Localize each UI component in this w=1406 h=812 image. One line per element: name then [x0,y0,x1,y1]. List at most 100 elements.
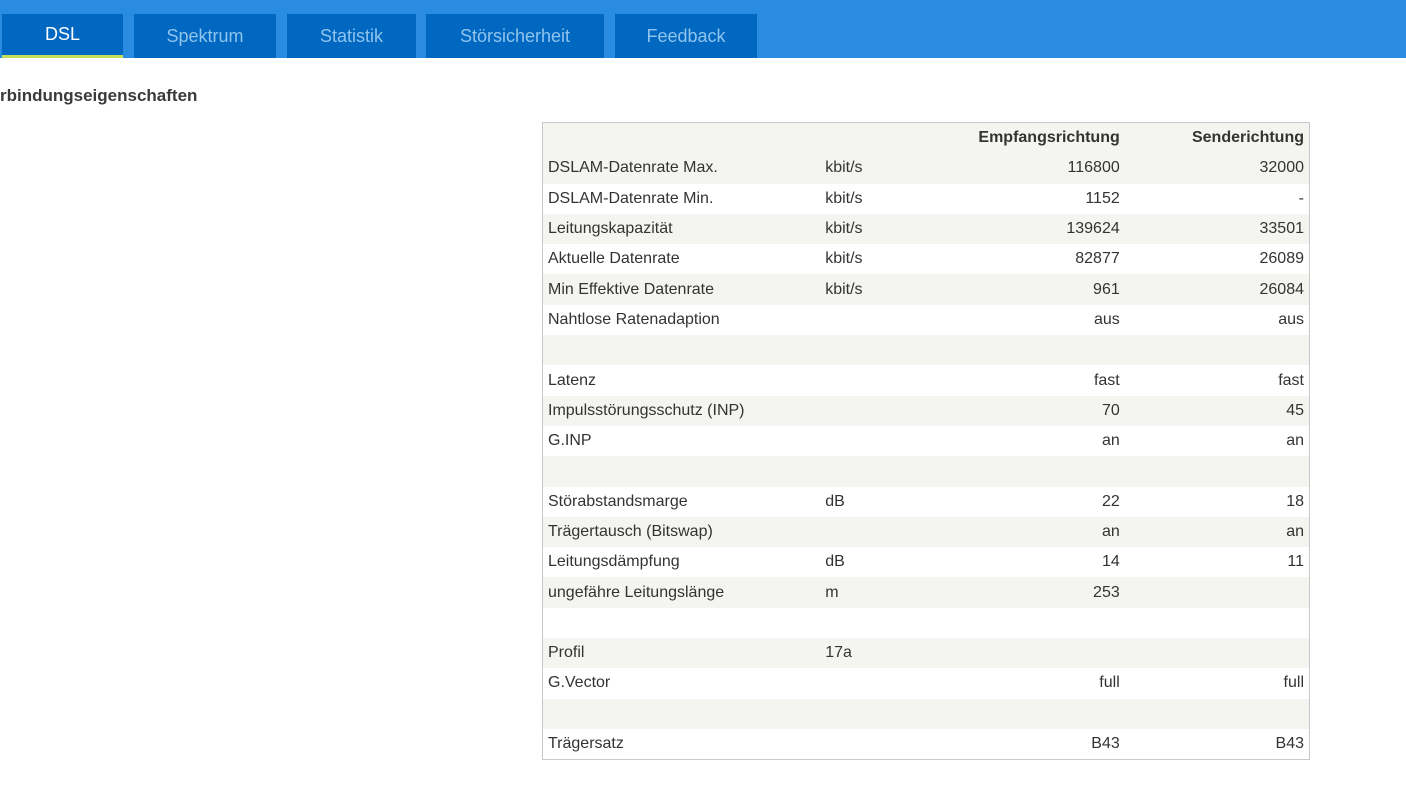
header-label [543,123,821,154]
row-downstream: 1152 [1085,189,1120,207]
row-unit: 17a [825,644,852,662]
table-row: Latenz fast fast [542,365,1310,396]
tab-bar: DSL Spektrum Statistik Störsicherheit Fe… [0,0,1406,58]
row-unit [820,426,940,456]
row-unit [820,608,940,638]
table-row: Min Effektive Datenrate kbit/s 961 26084 [542,274,1310,305]
row-upstream [1125,638,1310,668]
row-label: Trägersatz [548,735,624,753]
row-downstream: 22 [1101,492,1120,510]
row-upstream: full [1283,674,1304,692]
tab-stoersicherheit[interactable]: Störsicherheit [426,14,604,58]
row-upstream: - [1298,189,1304,207]
row-downstream: aus [1093,310,1120,328]
row-downstream: 116800 [1067,159,1120,177]
header-upstream: Senderichtung [1191,129,1304,147]
row-downstream: B43 [1091,735,1120,753]
row-downstream: 70 [1101,401,1120,419]
row-upstream: an [1286,432,1304,450]
row-label: Latenz [548,371,597,389]
row-unit: dB [825,492,845,510]
row-upstream: 18 [1286,492,1304,510]
row-upstream [1125,335,1310,365]
row-downstream [940,456,1125,486]
row-downstream: 961 [1093,280,1120,298]
row-label [543,608,821,638]
table-row: DSLAM-Datenrate Max. kbit/s 116800 32000 [542,153,1310,184]
table-row [542,607,1310,639]
tab-spektrum[interactable]: Spektrum [134,14,276,58]
tab-feedback[interactable]: Feedback [615,14,757,58]
row-label: Profil [548,644,585,662]
row-downstream: 82877 [1075,250,1120,268]
row-unit: kbit/s [825,189,863,207]
row-downstream: 14 [1101,553,1120,571]
table-row: ungefähre Leitungslänge m 253 [542,577,1310,608]
row-upstream: B43 [1275,735,1304,753]
row-downstream: 253 [1093,583,1120,601]
row-label: G.Vector [548,674,611,692]
row-unit [820,335,940,365]
row-label: Leitungsdämpfung [548,553,680,571]
row-unit: m [825,583,839,601]
table-row: Trägertausch (Bitswap) an an [542,516,1310,548]
row-label [543,456,821,486]
row-upstream: 32000 [1259,159,1305,177]
row-label: ungefähre Leitungslänge [548,583,725,601]
table-row: Leitungsdämpfung dB 14 11 [542,547,1310,578]
row-unit [820,517,940,547]
table-row: Leitungskapazität kbit/s 139624 33501 [542,213,1310,245]
row-label: G.INP [548,432,592,450]
table-row: G.Vector full full [542,668,1310,699]
row-downstream [940,638,1125,668]
table-row [542,698,1310,729]
row-downstream: full [1099,674,1120,692]
table-row: Profil 17a [542,638,1310,669]
row-upstream [1125,577,1310,607]
row-label: Leitungskapazität [548,220,673,238]
row-unit [820,668,940,698]
row-label: Impulsstörungsschutz (INP) [548,401,745,419]
row-unit: kbit/s [825,280,863,298]
tab-statistik[interactable]: Statistik [287,14,416,58]
row-upstream [1125,699,1310,729]
row-label [543,699,821,729]
row-upstream: 26084 [1259,280,1305,298]
tab-dsl[interactable]: DSL [2,14,123,58]
row-downstream [940,699,1125,729]
row-label: Min Effektive Datenrate [548,280,715,298]
row-upstream [1125,608,1310,638]
row-unit: dB [825,553,845,571]
row-unit [820,365,940,395]
row-label: DSLAM-Datenrate Max. [548,159,718,177]
connection-properties-table: Empfangsrichtung Senderichtung DSLAM-Dat… [542,122,1310,761]
table-row: G.INP an an [542,425,1310,457]
row-upstream [1125,456,1310,486]
row-unit [820,729,940,760]
row-upstream: 45 [1286,401,1304,419]
row-downstream: fast [1093,371,1120,389]
row-label: Trägertausch (Bitswap) [548,523,713,540]
row-label: Störabstandsmarge [548,492,688,510]
table-header-row: Empfangsrichtung Senderichtung [542,122,1310,154]
section-title: rbindungseigenschaften [0,86,198,105]
header-unit [820,123,940,154]
header-downstream: Empfangsrichtung [978,129,1120,147]
row-upstream: fast [1278,371,1304,389]
row-upstream: 33501 [1259,220,1305,238]
table-row: Störabstandsmarge dB 22 18 [542,486,1310,517]
table-row: Aktuelle Datenrate kbit/s 82877 26089 [542,244,1310,275]
row-label: Aktuelle Datenrate [548,250,680,268]
row-unit: kbit/s [825,250,863,268]
table-row: Impulsstörungsschutz (INP) 70 45 [542,395,1310,426]
table-row: Trägersatz B43 B43 [542,728,1310,760]
table-row: DSLAM-Datenrate Min. kbit/s 1152 - [542,183,1310,214]
row-unit [820,396,940,426]
row-label: DSLAM-Datenrate Min. [548,189,714,207]
row-upstream: 26089 [1259,250,1305,268]
row-label [543,335,821,365]
row-label: Nahtlose Ratenadaption [548,310,720,328]
row-unit: kbit/s [825,220,863,238]
table-row [542,335,1310,366]
row-downstream: 139624 [1066,220,1120,238]
